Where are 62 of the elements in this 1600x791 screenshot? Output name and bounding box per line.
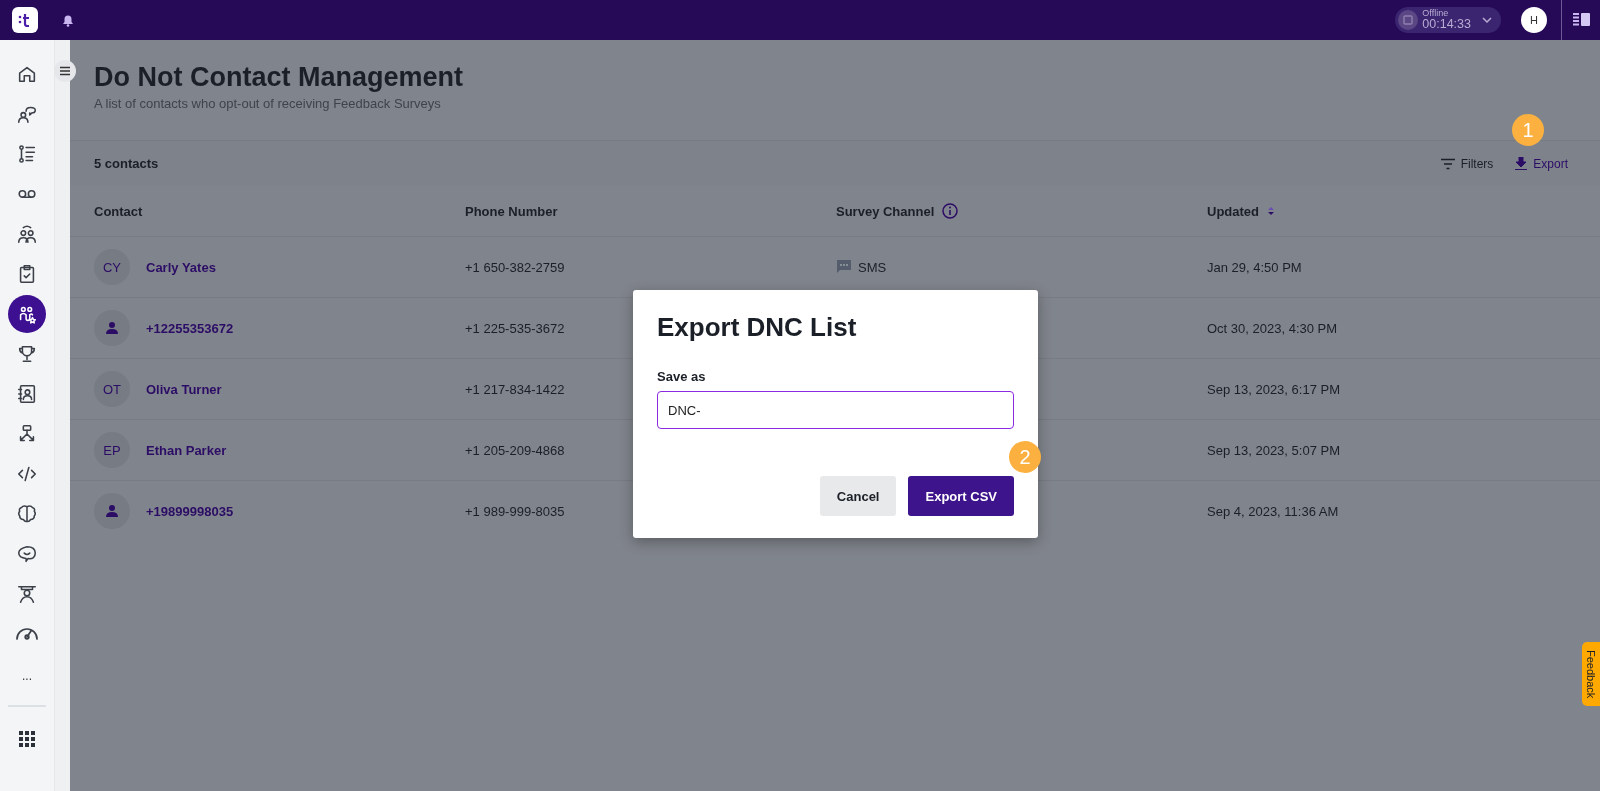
table-cell: +1 650-382-2759 [465, 259, 565, 275]
side-panel-icon[interactable] [1572, 12, 1592, 28]
trophy-icon [16, 343, 38, 365]
feedback-tab[interactable]: Feedback [1582, 642, 1600, 707]
menu-toggle[interactable] [54, 60, 76, 82]
more-items[interactable]: ... [22, 661, 32, 691]
list-icon [16, 143, 38, 165]
step-number: 1 [1512, 114, 1544, 146]
contact-avatar: EP [94, 432, 130, 468]
filters-button[interactable]: Filters [1440, 156, 1494, 171]
contact-book-icon [16, 383, 38, 405]
filter-icon [1440, 157, 1455, 170]
stop-square-icon [1403, 15, 1414, 25]
gauge-icon [16, 627, 38, 641]
export-button[interactable]: Export [1515, 156, 1568, 171]
person-icon [105, 321, 119, 335]
download-icon [1515, 156, 1528, 171]
filename-input[interactable]: DNC- [657, 391, 1014, 429]
table-cell: +1 989-999-8035 [465, 503, 565, 519]
column-header: Updated [1207, 203, 1259, 219]
contact-avatar: OT [94, 371, 130, 407]
contact-link[interactable]: Ethan Parker [146, 442, 227, 458]
table-cell: Sep 13, 2023, 6:17 PM [1207, 381, 1340, 397]
status-selector[interactable]: Offline 00:14:33 [1395, 7, 1501, 33]
menu-icon [59, 66, 71, 76]
step-number: 2 [1009, 441, 1041, 473]
apps-grid-icon[interactable] [17, 729, 37, 749]
contact-link[interactable]: +19899998035 [146, 503, 234, 519]
table-cell: +1 217-834-1422 [465, 381, 565, 397]
brain-icon [16, 503, 38, 525]
contact-link[interactable]: Oliva Turner [146, 381, 222, 397]
chat-bubble-icon [16, 543, 38, 565]
dialog-title: Export DNC List [657, 312, 858, 343]
contact-link[interactable]: Carly Yates [146, 259, 216, 275]
cancel-button[interactable]: Cancel [819, 476, 897, 516]
table-cell: +1 205-209-4868 [465, 442, 565, 458]
column-header: Contact [94, 203, 143, 219]
field-label: Save as [657, 369, 707, 384]
table-cell: Sep 13, 2023, 5:07 PM [1207, 442, 1340, 458]
contact-avatar: CY [94, 249, 130, 285]
table-cell: Sep 4, 2023, 11:36 AM [1207, 503, 1339, 519]
page-subtitle: A list of contacts who opt-out of receiving Feedback Surveys [94, 96, 442, 111]
chevron-down-icon [1481, 14, 1493, 26]
table-cell: SMS [858, 259, 887, 275]
nav-item[interactable] [8, 295, 46, 333]
column-header: Phone Number [465, 203, 558, 219]
table-cell: Jan 29, 4:50 PM [1207, 259, 1302, 275]
contact-link[interactable]: +12255353672 [146, 320, 234, 336]
people-icon [16, 223, 38, 245]
contact-count: 5 contacts [94, 156, 160, 171]
status-timer: 00:14:33 [1422, 18, 1471, 31]
export-csv-button[interactable]: Export CSV [908, 476, 1014, 516]
column-header: Survey Channel [836, 203, 935, 219]
person-icon [105, 504, 119, 518]
page-title: Do Not Contact Management [94, 62, 464, 93]
user-avatar[interactable]: H [1521, 7, 1547, 33]
status-label: Offline [1422, 9, 1450, 19]
message-icon [836, 259, 852, 275]
presenter-icon [16, 583, 38, 605]
app-logo[interactable] [12, 7, 38, 33]
table-cell: +1 225-535-3672 [465, 320, 565, 336]
table-cell: Oct 30, 2023, 4:30 PM [1207, 320, 1338, 336]
